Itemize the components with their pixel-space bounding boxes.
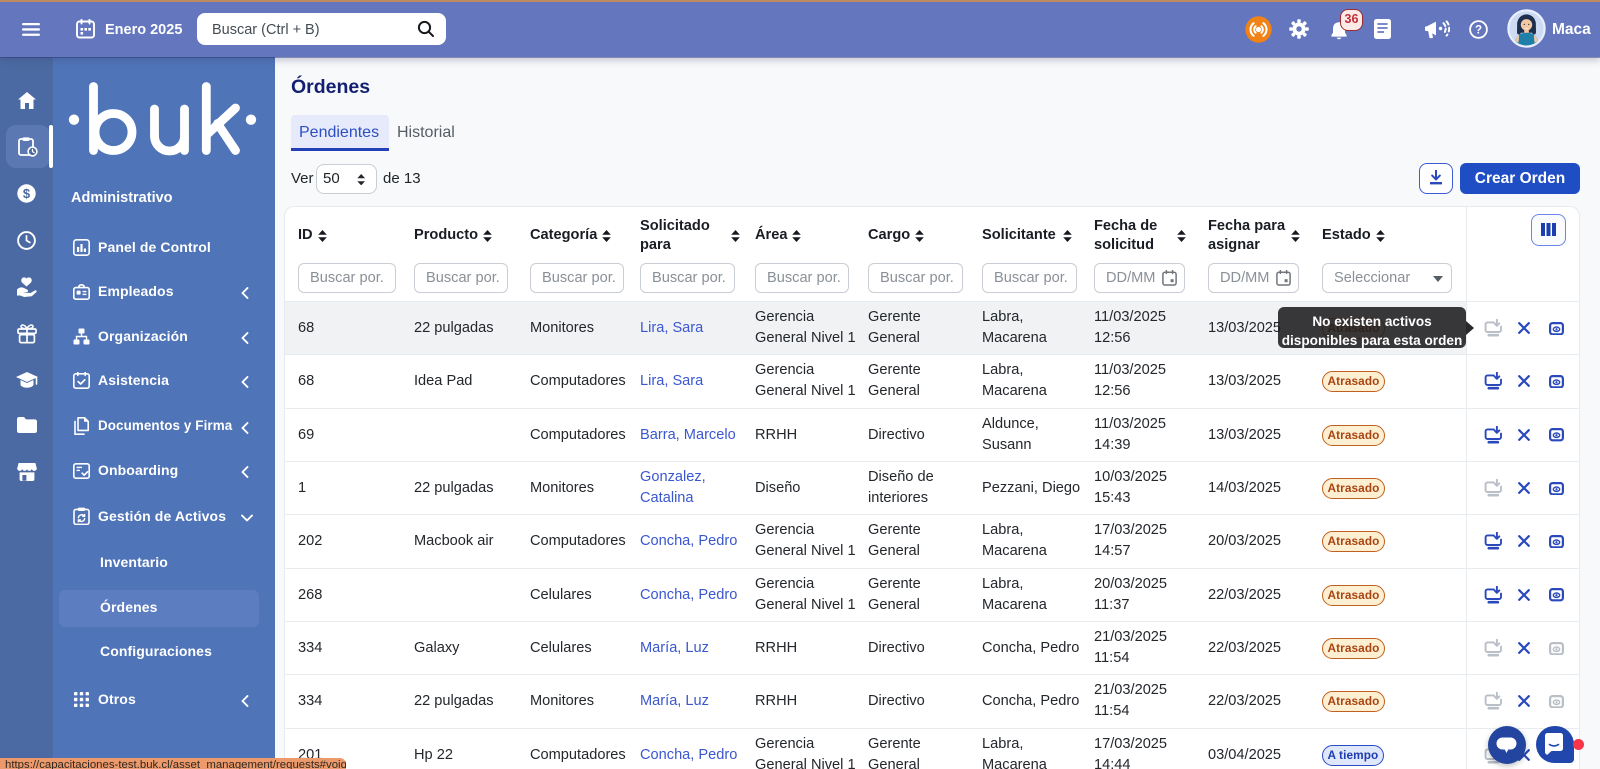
svg-text:$: $ <box>23 186 31 201</box>
svg-text:?: ? <box>1475 25 1482 37</box>
